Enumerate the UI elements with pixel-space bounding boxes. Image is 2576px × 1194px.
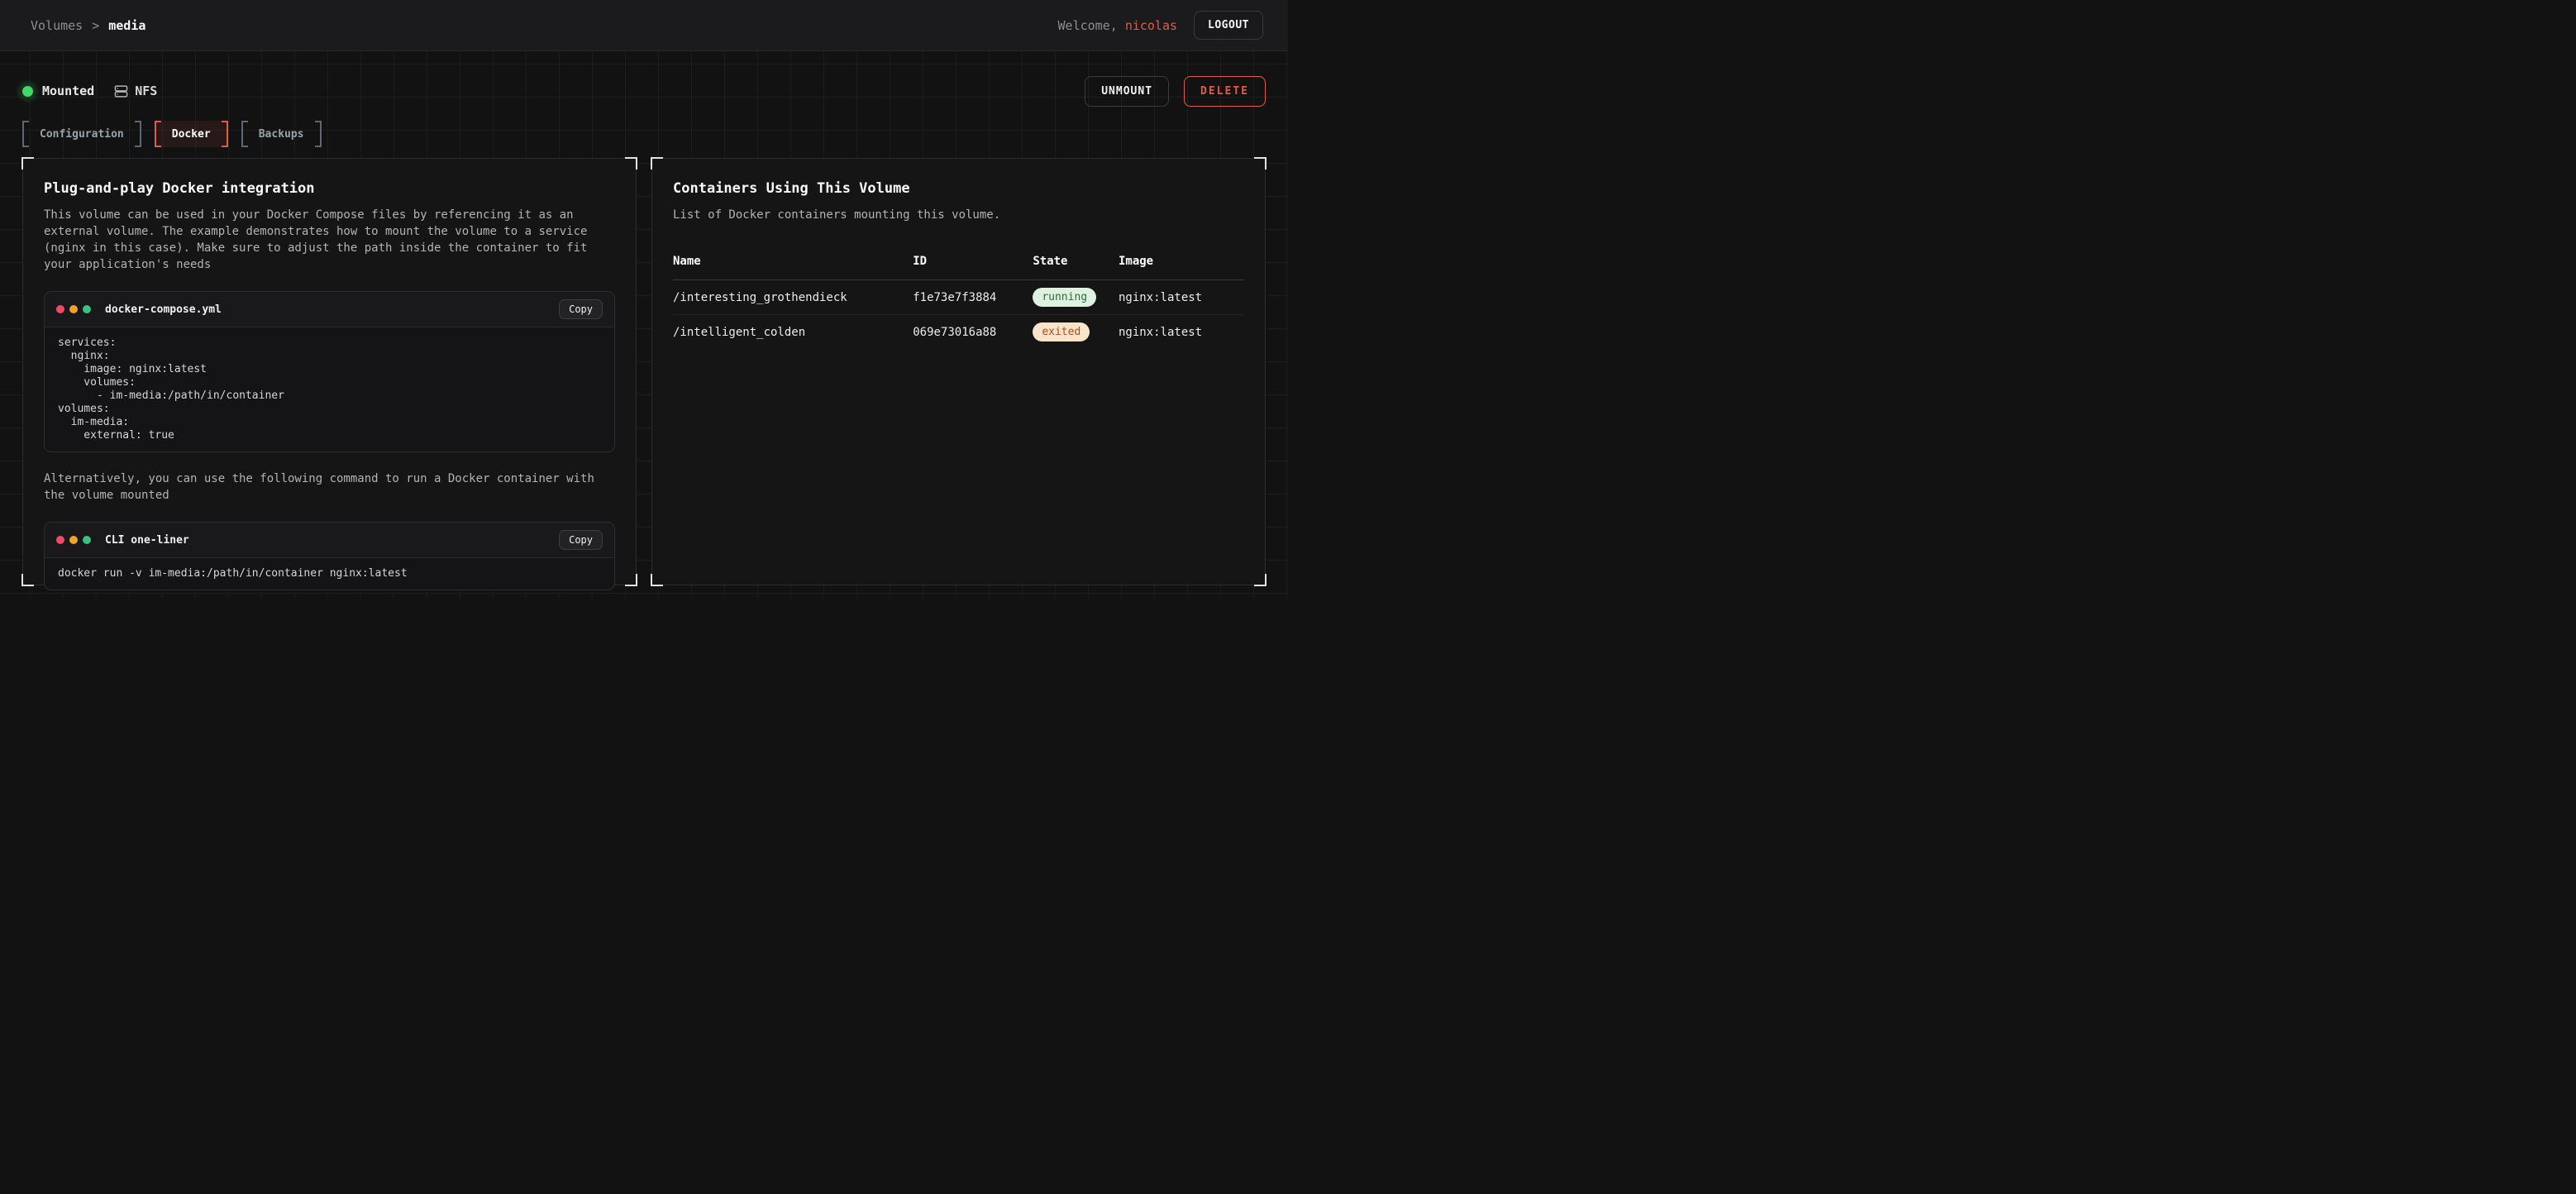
cli-intro-text: Alternatively, you can use the following… xyxy=(44,470,615,504)
compose-code-text: services: nginx: image: nginx:latest vol… xyxy=(58,337,601,442)
status-badge: exited xyxy=(1033,322,1090,341)
panel-corner-icon xyxy=(651,157,663,170)
breadcrumb-volumes-link[interactable]: Volumes xyxy=(31,18,83,33)
breadcrumb: Volumes > media xyxy=(31,18,145,33)
column-header-image: Image xyxy=(1119,246,1244,280)
container-image: nginx:latest xyxy=(1119,280,1244,315)
docker-panel-description: This volume can be used in your Docker C… xyxy=(44,207,615,273)
tab-backups-label: Backups xyxy=(259,128,304,141)
traffic-lights xyxy=(56,305,91,313)
logout-button[interactable]: LOGOUT xyxy=(1194,11,1263,40)
bracket-right-icon xyxy=(315,121,322,147)
container-id: 069e73016a88 xyxy=(913,315,1033,350)
column-header-state: State xyxy=(1033,246,1119,280)
compose-filename: docker-compose.yml xyxy=(105,303,222,316)
tab-docker-label: Docker xyxy=(172,128,211,141)
containers-table: Name ID State Image /interesting_grothen… xyxy=(673,246,1244,349)
docker-panel-title: Plug-and-play Docker integration xyxy=(44,180,615,197)
compose-code-body: services: nginx: image: nginx:latest vol… xyxy=(45,327,614,451)
tab-docker[interactable]: Docker xyxy=(155,121,228,147)
tab-backups[interactable]: Backups xyxy=(241,121,322,147)
unmount-button[interactable]: UNMOUNT xyxy=(1085,76,1169,107)
bracket-right-icon xyxy=(222,121,228,147)
traffic-light-red-icon xyxy=(56,305,64,313)
compose-code-header: docker-compose.yml Copy xyxy=(45,292,614,327)
table-row: /intelligent_colden 069e73016a88 exited … xyxy=(673,315,1244,350)
bracket-left-icon xyxy=(241,121,248,147)
table-row: /interesting_grothendieck f1e73e7f3884 r… xyxy=(673,280,1244,315)
panel-corner-icon xyxy=(625,574,637,586)
breadcrumb-separator: > xyxy=(92,18,99,33)
welcome-text: Welcome, nicolas xyxy=(1058,18,1178,33)
cli-copy-button[interactable]: Copy xyxy=(559,530,603,550)
tab-bar: Configuration Docker Backups xyxy=(22,121,1266,147)
status-row: Mounted NFS UNMOUNT DELETE xyxy=(22,51,1266,106)
traffic-light-green-icon xyxy=(83,305,91,313)
topbar-right: Welcome, nicolas LOGOUT xyxy=(1058,11,1263,40)
containers-panel: Containers Using This Volume List of Doc… xyxy=(651,158,1266,585)
username: nicolas xyxy=(1125,18,1177,33)
table-header-row: Name ID State Image xyxy=(673,246,1244,280)
panel-corner-icon xyxy=(1254,574,1267,586)
traffic-light-yellow-icon xyxy=(69,536,78,544)
tab-configuration[interactable]: Configuration xyxy=(22,121,141,147)
panel-corner-icon xyxy=(625,157,637,170)
traffic-light-green-icon xyxy=(83,536,91,544)
bracket-right-icon xyxy=(135,121,141,147)
server-icon xyxy=(114,84,128,98)
cli-code-header: CLI one-liner Copy xyxy=(45,523,614,558)
compose-code-block: docker-compose.yml Copy services: nginx:… xyxy=(44,291,615,452)
cli-code-block: CLI one-liner Copy docker run -v im-medi… xyxy=(44,522,615,590)
docker-integration-panel: Plug-and-play Docker integration This vo… xyxy=(22,158,637,585)
container-id: f1e73e7f3884 xyxy=(913,280,1033,315)
status-left: Mounted NFS xyxy=(22,84,157,98)
delete-button[interactable]: DELETE xyxy=(1184,76,1266,107)
containers-panel-title: Containers Using This Volume xyxy=(673,180,1244,197)
action-buttons: UNMOUNT DELETE xyxy=(1085,76,1266,107)
panels: Plug-and-play Docker integration This vo… xyxy=(22,158,1266,585)
panel-corner-icon xyxy=(1254,157,1267,170)
panel-corner-icon xyxy=(651,574,663,586)
main-content: Mounted NFS UNMOUNT DELETE xyxy=(0,51,1288,597)
tab-configuration-label: Configuration xyxy=(40,128,124,141)
cli-filename: CLI one-liner xyxy=(105,534,189,547)
bracket-left-icon xyxy=(155,121,161,147)
traffic-lights xyxy=(56,536,91,544)
containers-panel-subtitle: List of Docker containers mounting this … xyxy=(673,207,1244,223)
container-image: nginx:latest xyxy=(1119,315,1244,350)
column-header-name: Name xyxy=(673,246,913,280)
mounted-status-dot-icon xyxy=(22,86,33,97)
status-badge: running xyxy=(1033,288,1096,307)
panel-corner-icon xyxy=(21,157,34,170)
mounted-status-label: Mounted xyxy=(42,84,94,98)
topbar: Volumes > media Welcome, nicolas LOGOUT xyxy=(0,0,1288,51)
container-name: /intelligent_colden xyxy=(673,315,913,350)
cli-code-body: docker run -v im-media:/path/in/containe… xyxy=(45,558,614,590)
driver-label: NFS xyxy=(135,84,157,98)
cli-code-text: docker run -v im-media:/path/in/containe… xyxy=(58,567,601,580)
column-header-id: ID xyxy=(913,246,1033,280)
panel-corner-icon xyxy=(21,574,34,586)
compose-copy-button[interactable]: Copy xyxy=(559,299,603,319)
breadcrumb-current-volume: media xyxy=(108,18,145,33)
traffic-light-yellow-icon xyxy=(69,305,78,313)
driver-badge: NFS xyxy=(114,84,157,98)
container-name: /interesting_grothendieck xyxy=(673,280,913,315)
welcome-prefix: Welcome, xyxy=(1058,18,1118,33)
bracket-left-icon xyxy=(22,121,29,147)
mounted-status: Mounted xyxy=(22,84,94,98)
traffic-light-red-icon xyxy=(56,536,64,544)
